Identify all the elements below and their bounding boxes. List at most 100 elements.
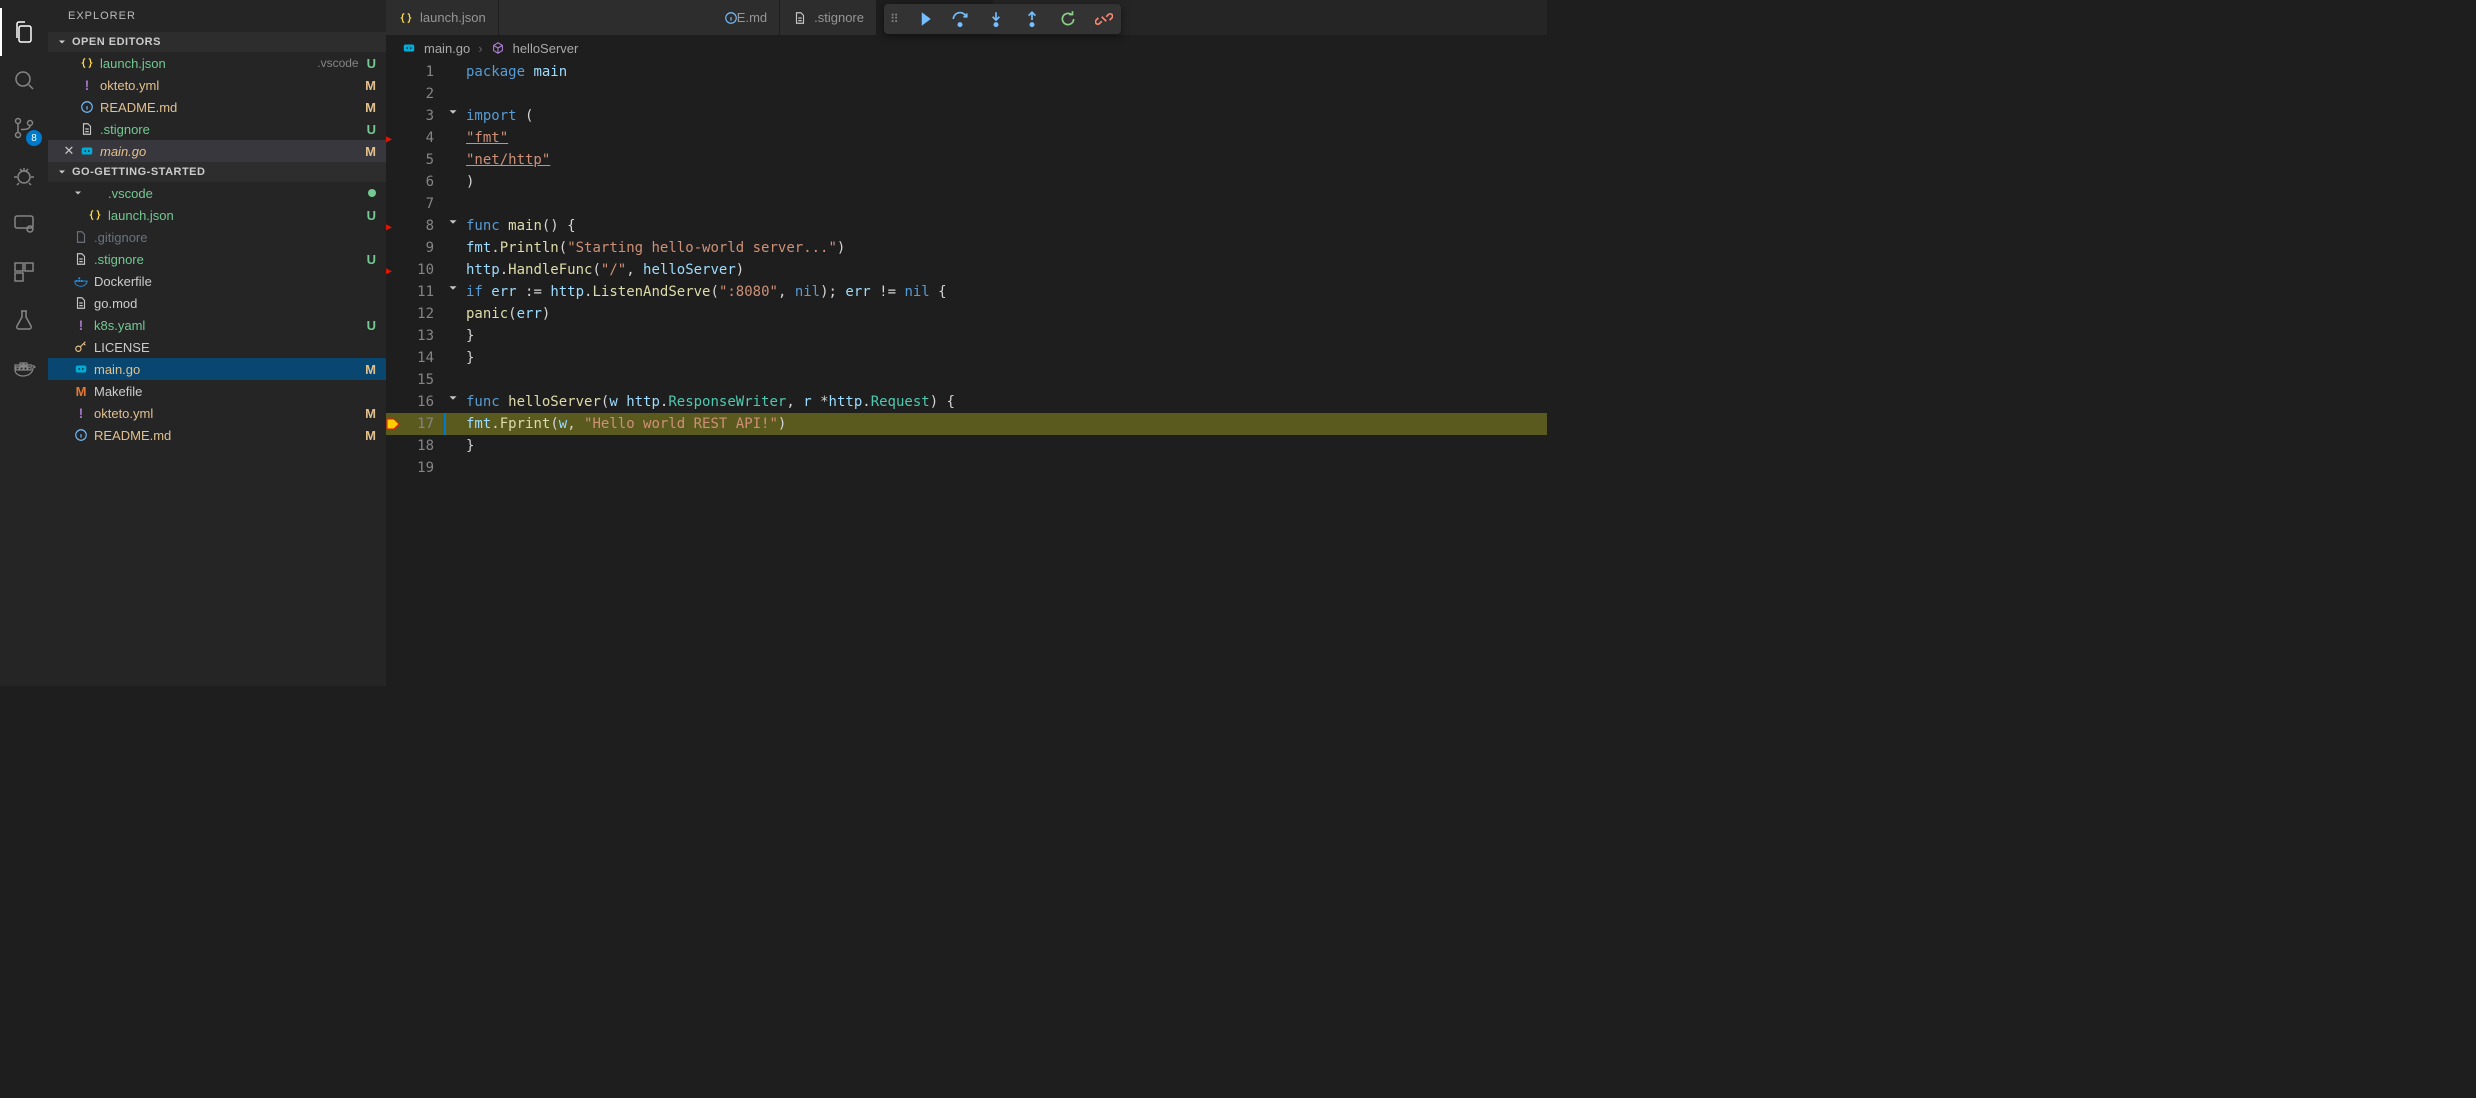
fold-gutter[interactable] xyxy=(446,457,466,479)
fold-gutter[interactable] xyxy=(446,171,466,193)
fold-gutter[interactable] xyxy=(446,149,466,171)
glyph-margin[interactable] xyxy=(386,237,404,259)
fold-gutter[interactable] xyxy=(446,347,466,369)
glyph-margin[interactable] xyxy=(386,83,404,105)
editor-tab[interactable]: .stignore xyxy=(780,0,877,35)
code-line[interactable]: ▶8func main() { xyxy=(386,215,1547,237)
code-line[interactable]: 9 fmt.Println("Starting hello-world serv… xyxy=(386,237,1547,259)
glyph-margin[interactable]: ▶ xyxy=(386,259,404,281)
code-line[interactable]: ▶4 "fmt" xyxy=(386,127,1547,149)
open-editor-item[interactable]: README.mdM xyxy=(48,96,386,118)
glyph-margin[interactable] xyxy=(386,457,404,479)
file-tree-item[interactable]: .vscode xyxy=(48,182,386,204)
glyph-margin[interactable] xyxy=(386,413,404,435)
code-line[interactable]: 19 xyxy=(386,457,1547,479)
activity-source-control[interactable]: 8 xyxy=(0,104,48,152)
step-out-button[interactable] xyxy=(1021,6,1043,32)
activity-debug[interactable] xyxy=(0,152,48,200)
restart-button[interactable] xyxy=(1057,6,1079,32)
fold-gutter[interactable] xyxy=(446,391,466,413)
file-tree-item[interactable]: main.goM xyxy=(48,358,386,380)
drag-handle-icon[interactable]: ⠿ xyxy=(890,12,899,26)
open-editor-item[interactable]: launch.json.vscodeU xyxy=(48,52,386,74)
fold-gutter[interactable] xyxy=(446,127,466,149)
close-icon[interactable]: ✕ xyxy=(60,143,78,159)
fold-gutter[interactable] xyxy=(446,303,466,325)
file-tree-item[interactable]: !k8s.yamlU xyxy=(48,314,386,336)
fold-gutter[interactable] xyxy=(446,215,466,237)
glyph-margin[interactable] xyxy=(386,171,404,193)
file-tree-item[interactable]: launch.jsonU xyxy=(48,204,386,226)
editor-tab[interactable]: E.md xyxy=(499,0,780,35)
open-editor-item[interactable]: !okteto.ymlM xyxy=(48,74,386,96)
code-line[interactable]: ▶10 http.HandleFunc("/", helloServer) xyxy=(386,259,1547,281)
file-tree-item[interactable]: Dockerfile xyxy=(48,270,386,292)
file-tree-item[interactable]: !okteto.ymlM xyxy=(48,402,386,424)
file-tree-item[interactable]: .stignoreU xyxy=(48,248,386,270)
file-tree-item[interactable]: MMakefile xyxy=(48,380,386,402)
code-line[interactable]: 18} xyxy=(386,435,1547,457)
code-line[interactable]: 13 } xyxy=(386,325,1547,347)
activity-docker[interactable] xyxy=(0,344,48,392)
disconnect-button[interactable] xyxy=(1093,6,1115,32)
glyph-margin[interactable] xyxy=(386,61,404,83)
continue-button[interactable] xyxy=(913,6,935,32)
fold-gutter[interactable] xyxy=(446,281,466,303)
file-tree-item[interactable]: .gitignore xyxy=(48,226,386,248)
code-line[interactable]: 11 if err := http.ListenAndServe(":8080"… xyxy=(386,281,1547,303)
open-editor-item[interactable]: ✕main.goM xyxy=(48,140,386,162)
glyph-margin[interactable]: ▶ xyxy=(386,215,404,237)
file-tree-item[interactable]: go.mod xyxy=(48,292,386,314)
activity-extensions[interactable] xyxy=(0,248,48,296)
step-over-button[interactable] xyxy=(949,6,971,32)
fold-gutter[interactable] xyxy=(446,369,466,391)
code-line[interactable]: 1package main xyxy=(386,61,1547,83)
fold-gutter[interactable] xyxy=(446,259,466,281)
fold-down-icon[interactable] xyxy=(446,215,460,229)
fold-gutter[interactable] xyxy=(446,105,466,127)
fold-gutter[interactable] xyxy=(446,237,466,259)
file-tree-item[interactable]: LICENSE xyxy=(48,336,386,358)
code-line[interactable]: 6) xyxy=(386,171,1547,193)
fold-gutter[interactable] xyxy=(446,413,466,435)
code-line[interactable]: 5 "net/http" xyxy=(386,149,1547,171)
code-line[interactable]: 3import ( xyxy=(386,105,1547,127)
fold-down-icon[interactable] xyxy=(446,391,460,405)
open-editors-header[interactable]: OPEN EDITORS xyxy=(48,32,386,52)
step-into-button[interactable] xyxy=(985,6,1007,32)
file-tree-item[interactable]: README.mdM xyxy=(48,424,386,446)
glyph-margin[interactable] xyxy=(386,325,404,347)
glyph-margin[interactable] xyxy=(386,347,404,369)
glyph-margin[interactable] xyxy=(386,281,404,303)
activity-testing[interactable] xyxy=(0,296,48,344)
glyph-margin[interactable] xyxy=(386,369,404,391)
glyph-margin[interactable] xyxy=(386,193,404,215)
code-line[interactable]: 12 panic(err) xyxy=(386,303,1547,325)
glyph-margin[interactable] xyxy=(386,105,404,127)
fold-gutter[interactable] xyxy=(446,83,466,105)
code-editor[interactable]: 1package main23import (▶4 "fmt"5 "net/ht… xyxy=(386,61,1547,686)
fold-down-icon[interactable] xyxy=(446,281,460,295)
fold-gutter[interactable] xyxy=(446,193,466,215)
editor-tab[interactable]: launch.json xyxy=(386,0,499,35)
activity-remote[interactable] xyxy=(0,200,48,248)
code-line[interactable]: 14} xyxy=(386,347,1547,369)
code-line[interactable]: 15 xyxy=(386,369,1547,391)
code-line[interactable]: 17 fmt.Fprint(w, "Hello world REST API!"… xyxy=(386,413,1547,435)
glyph-margin[interactable] xyxy=(386,391,404,413)
code-line[interactable]: 16func helloServer(w http.ResponseWriter… xyxy=(386,391,1547,413)
glyph-margin[interactable] xyxy=(386,303,404,325)
glyph-margin[interactable] xyxy=(386,149,404,171)
activity-explorer[interactable] xyxy=(0,8,48,56)
fold-gutter[interactable] xyxy=(446,435,466,457)
fold-gutter[interactable] xyxy=(446,325,466,347)
code-line[interactable]: 2 xyxy=(386,83,1547,105)
fold-down-icon[interactable] xyxy=(446,105,460,119)
breadcrumb[interactable]: main.go › helloServer xyxy=(386,35,1547,61)
open-editor-item[interactable]: .stignoreU xyxy=(48,118,386,140)
project-header[interactable]: GO-GETTING-STARTED xyxy=(48,162,386,182)
glyph-margin[interactable] xyxy=(386,435,404,457)
code-line[interactable]: 7 xyxy=(386,193,1547,215)
glyph-margin[interactable]: ▶ xyxy=(386,127,404,149)
activity-search[interactable] xyxy=(0,56,48,104)
